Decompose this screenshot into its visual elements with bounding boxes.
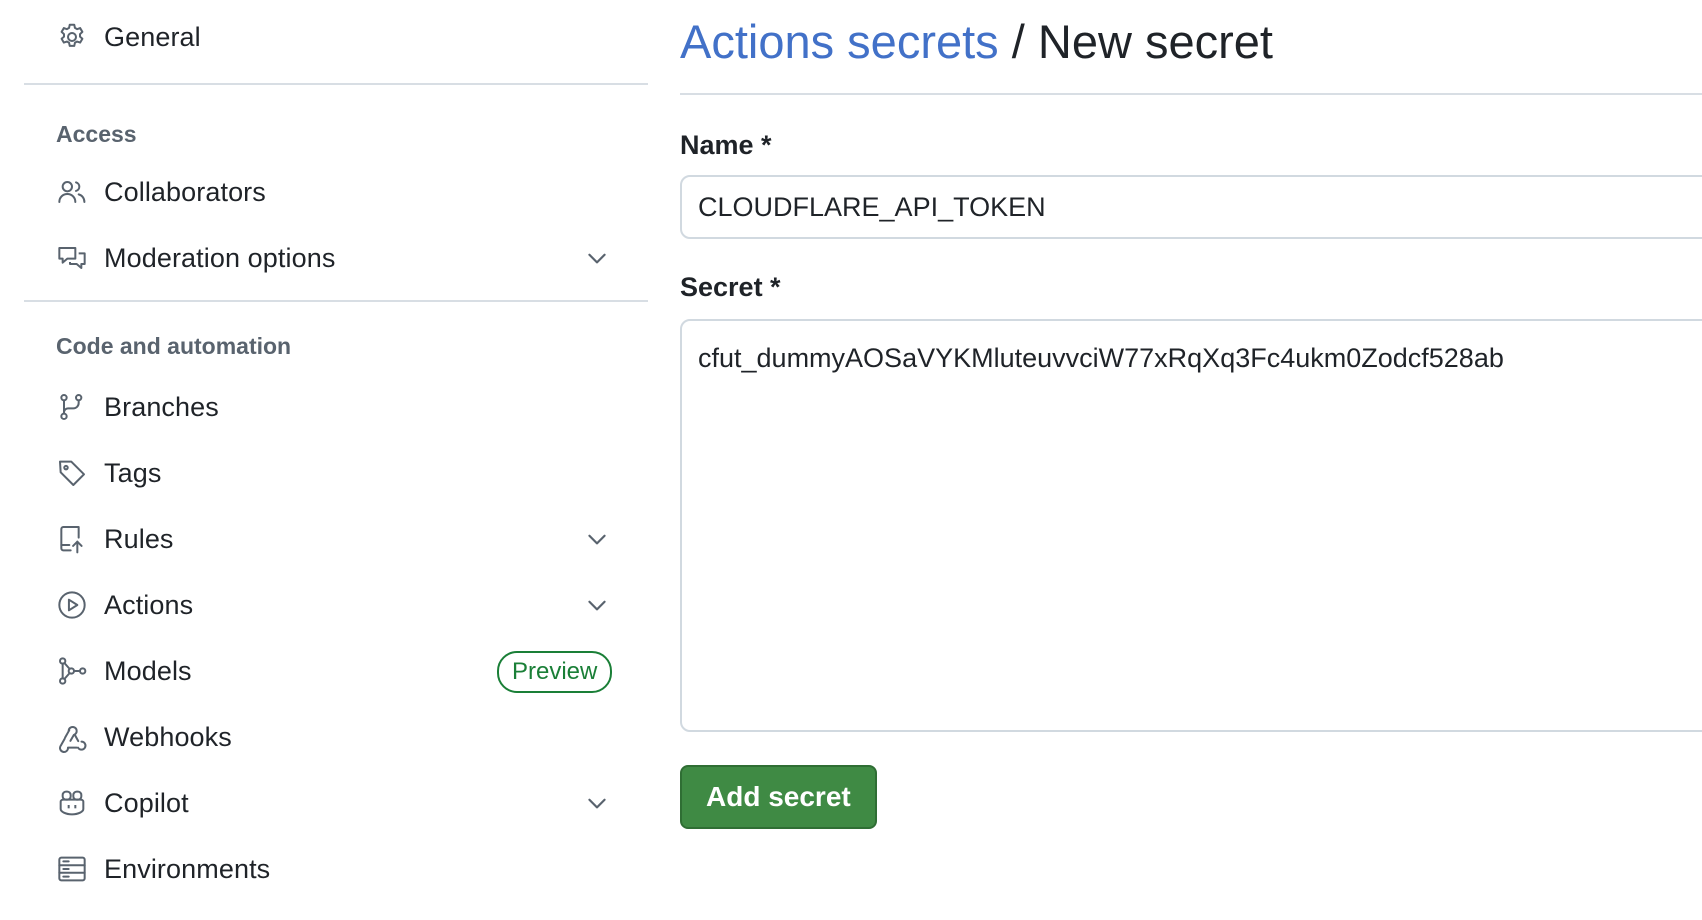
secret-name-input[interactable]	[680, 175, 1702, 239]
sidebar-item-label: General	[104, 21, 201, 52]
add-secret-button[interactable]: Add secret	[680, 765, 877, 829]
people-icon	[56, 176, 88, 208]
sidebar-item-moderation-options[interactable]: Moderation options	[24, 225, 648, 291]
section-heading-code-and-automation: Code and automation	[56, 333, 292, 359]
page-title: Actions secrets / New secret	[680, 0, 1702, 84]
sidebar-item-label: Models	[104, 655, 192, 686]
sidebar-item-label: Actions	[104, 589, 194, 620]
sidebar-item-label: Rules	[104, 523, 174, 554]
sidebar-item-models[interactable]: Models Preview	[24, 638, 648, 704]
section-heading-access: Access	[56, 121, 137, 147]
copilot-icon	[56, 787, 88, 819]
chevron-down-icon[interactable]	[584, 592, 610, 618]
sidebar-item-label: Tags	[104, 457, 162, 488]
sidebar-item-general[interactable]: General	[24, 0, 648, 74]
chevron-down-icon[interactable]	[584, 526, 610, 552]
new-secret-form: Name * Secret * cfut_dummyAOSaVYKMluteuv…	[680, 95, 1702, 829]
settings-sidebar: General Access Collaborators Moderation …	[24, 0, 648, 902]
chevron-down-icon[interactable]	[584, 245, 610, 271]
sidebar-item-webhooks[interactable]: Webhooks	[24, 704, 648, 770]
sidebar-item-tags[interactable]: Tags	[24, 440, 648, 506]
sidebar-item-label: Environments	[104, 853, 271, 884]
play-icon	[56, 589, 88, 621]
tag-icon	[56, 457, 88, 489]
sidebar-item-actions[interactable]: Actions	[24, 572, 648, 638]
sidebar-item-label: Webhooks	[104, 721, 232, 752]
sidebar-item-branches[interactable]: Branches	[24, 374, 648, 440]
breadcrumb-actions-secrets-link[interactable]: Actions secrets	[680, 15, 999, 68]
secret-field-label: Secret *	[680, 272, 781, 302]
repo-push-icon	[56, 523, 88, 555]
sidebar-item-collaborators[interactable]: Collaborators	[24, 159, 648, 225]
models-icon	[56, 655, 88, 687]
comment-discussion-icon	[56, 242, 88, 274]
sidebar-item-environments[interactable]: Environments	[24, 836, 648, 902]
page-title-text: New secret	[1037, 15, 1273, 68]
sidebar-item-label: Branches	[104, 391, 219, 422]
breadcrumb-separator: /	[998, 15, 1038, 68]
sidebar-item-copilot[interactable]: Copilot	[24, 770, 648, 836]
chevron-down-icon[interactable]	[584, 790, 610, 816]
name-field-label: Name *	[680, 130, 772, 160]
main-content: Actions secrets / New secret Name * Secr…	[680, 0, 1702, 829]
sidebar-item-label: Collaborators	[104, 176, 266, 207]
sidebar-item-rules[interactable]: Rules	[24, 506, 648, 572]
git-branch-icon	[56, 391, 88, 423]
sidebar-item-label: Moderation options	[104, 242, 336, 273]
secret-value-textarea[interactable]: cfut_dummyAOSaVYKMluteuvvciW77xRqXq3Fc4u…	[680, 319, 1702, 732]
preview-badge: Preview	[497, 651, 613, 693]
gear-icon	[56, 21, 88, 53]
server-icon	[56, 853, 88, 885]
settings-page: General Access Collaborators Moderation …	[0, 0, 1702, 920]
sidebar-item-label: Copilot	[104, 787, 189, 818]
webhook-icon	[56, 721, 88, 753]
